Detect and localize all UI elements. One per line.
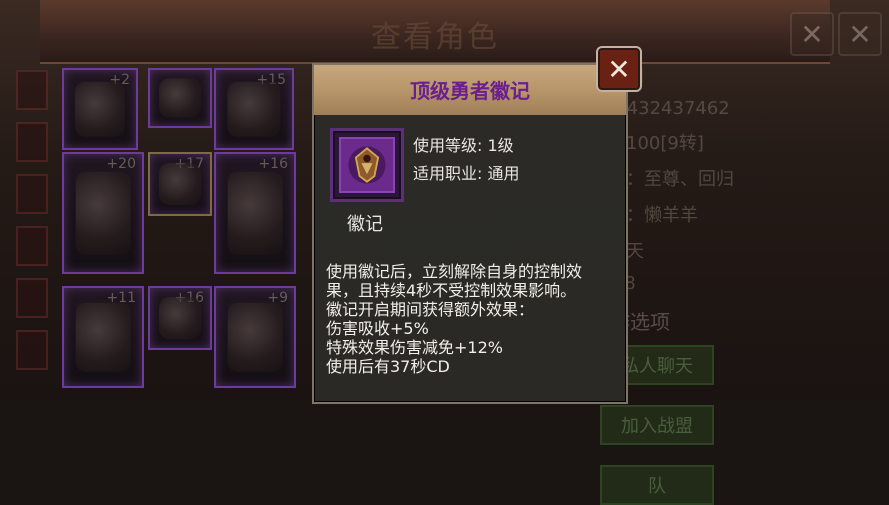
side-tab[interactable]: [16, 174, 48, 214]
boots-icon: [227, 302, 283, 372]
close-icon-secondary[interactable]: ✕: [838, 12, 882, 56]
helmet-icon: [227, 81, 281, 137]
team-button[interactable]: 队: [600, 465, 714, 505]
staff-icon: [75, 171, 131, 255]
window-title: 查看角色: [371, 20, 499, 55]
side-tab[interactable]: [16, 226, 48, 266]
equipment-slot[interactable]: +15: [214, 68, 294, 150]
side-tab[interactable]: [16, 330, 48, 370]
description-line: 徽记开启期间获得额外效果：: [326, 300, 535, 319]
close-icon[interactable]: ✕: [596, 46, 642, 92]
popup-header: 顶级勇者徽记: [314, 65, 626, 115]
description-line: 特殊效果伤害减免+12%: [326, 338, 503, 357]
equipment-slot[interactable]: +9: [214, 286, 296, 388]
equipment-slot[interactable]: +11: [62, 286, 144, 388]
armor-icon: [227, 171, 283, 255]
description-line: 果，且持续4秒不受控制效果影响。: [326, 281, 577, 300]
usage-level: 使用等级: 1级: [413, 136, 514, 155]
equipment-slot[interactable]: [148, 68, 212, 128]
window-title-bar: 查看角色: [40, 0, 830, 64]
item-info: 使用等级: 1级 适用职业: 通用: [413, 132, 519, 188]
side-tab[interactable]: [16, 122, 48, 162]
item-type-label: 徽记: [347, 214, 383, 235]
slot-plus: +20: [106, 156, 136, 172]
side-tab[interactable]: [16, 70, 48, 110]
popup-title: 顶级勇者徽记: [410, 79, 530, 103]
usage-class: 适用职业: 通用: [413, 164, 520, 183]
join-guild-button[interactable]: 加入战盟: [600, 405, 714, 445]
equipment-slot[interactable]: +17: [148, 152, 212, 216]
ring-icon: [74, 81, 126, 137]
side-tabs: [16, 70, 48, 400]
side-tab[interactable]: [16, 278, 48, 318]
equipment-slot[interactable]: +16: [214, 152, 296, 274]
equipment-slot[interactable]: +16: [148, 286, 212, 350]
close-icon[interactable]: ✕: [790, 12, 834, 56]
accessory-icon: [159, 297, 201, 339]
item-description: 使用徽记后，立刻解除自身的控制效 果，且持续4秒不受控制效果影响。 徽记开启期间…: [326, 262, 616, 376]
description-line: 伤害吸收+5%: [326, 319, 429, 338]
description-line: 使用徽记后，立刻解除自身的控制效: [326, 262, 583, 281]
description-line: 使用后有37秒CD: [326, 357, 450, 376]
equipment-grid: +2 +15 +20 +17 +16 +11 +16 +9: [58, 68, 328, 400]
badge-item-icon: [330, 128, 404, 202]
necklace-icon: [159, 78, 201, 118]
weapon-icon: [75, 302, 131, 372]
badge-icon: [339, 137, 395, 193]
slot-plus: +16: [258, 156, 288, 172]
weapon-icon: [159, 163, 201, 205]
equipment-slot[interactable]: +20: [62, 152, 144, 274]
equipment-slot[interactable]: +2: [62, 68, 138, 150]
